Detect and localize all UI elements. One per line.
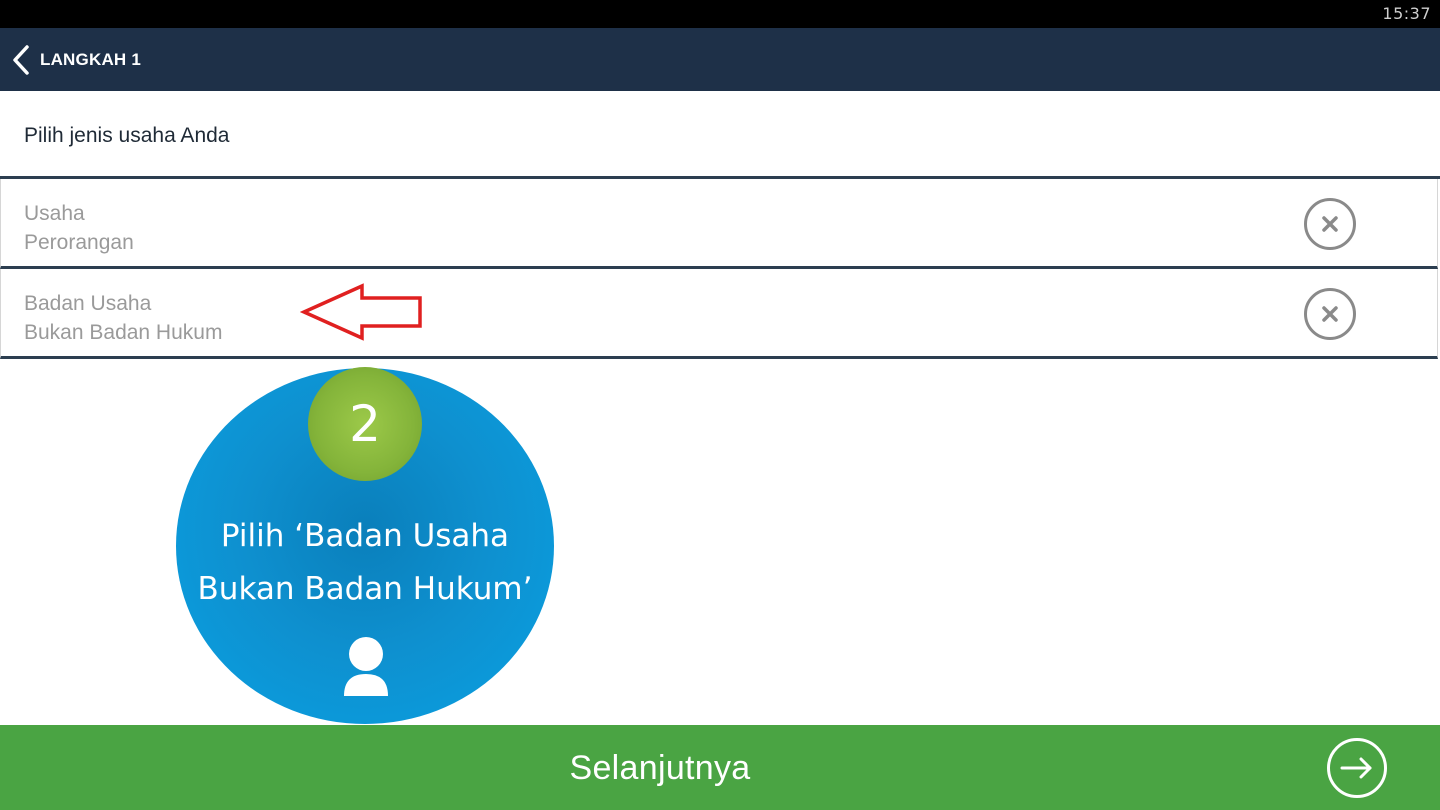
- app-bar: LANGKAH 1: [0, 28, 1440, 91]
- status-time: 15:37: [1382, 4, 1431, 23]
- option-label-line1: Usaha: [24, 202, 85, 225]
- option-label: Badan Usaha Bukan Badan Hukum: [24, 289, 222, 347]
- option-label-line1: Badan Usaha: [24, 292, 152, 315]
- option-badan-usaha[interactable]: Badan Usaha Bukan Badan Hukum: [0, 269, 1438, 359]
- status-bar: 15:37: [0, 0, 1440, 28]
- option-label: Usaha Perorangan: [24, 199, 134, 257]
- option-label-line2: Perorangan: [24, 231, 134, 254]
- back-button[interactable]: LANGKAH 1: [8, 40, 141, 80]
- pointer-arrow-icon: [299, 282, 424, 344]
- callout-line1: Pilih ‘Badan Usaha: [220, 518, 510, 554]
- option-label-line2: Bukan Badan Hukum: [24, 321, 223, 344]
- step-number: 2: [349, 395, 381, 453]
- chevron-left-icon: [8, 42, 34, 78]
- callout-line2: Bukan Badan Hukum’: [197, 571, 533, 607]
- next-button[interactable]: Selanjutnya: [0, 725, 1440, 810]
- person-icon: [342, 634, 390, 698]
- next-button-label: Selanjutnya: [569, 749, 751, 787]
- close-circle-icon[interactable]: [1303, 287, 1357, 341]
- callout-text: Pilih ‘Badan Usaha Bukan Badan Hukum’: [176, 510, 554, 616]
- page-title: LANGKAH 1: [40, 50, 141, 69]
- option-usaha-perorangan[interactable]: Usaha Perorangan: [0, 179, 1438, 269]
- question-text: Pilih jenis usaha Anda: [24, 124, 230, 147]
- step-number-badge: 2: [308, 367, 422, 481]
- close-circle-icon[interactable]: [1303, 197, 1357, 251]
- arrow-right-circle-icon: [1326, 737, 1388, 799]
- question-header: Pilih jenis usaha Anda: [0, 91, 1440, 179]
- app-screen: 15:37 LANGKAH 1 Pilih jenis usaha Anda U…: [0, 0, 1440, 810]
